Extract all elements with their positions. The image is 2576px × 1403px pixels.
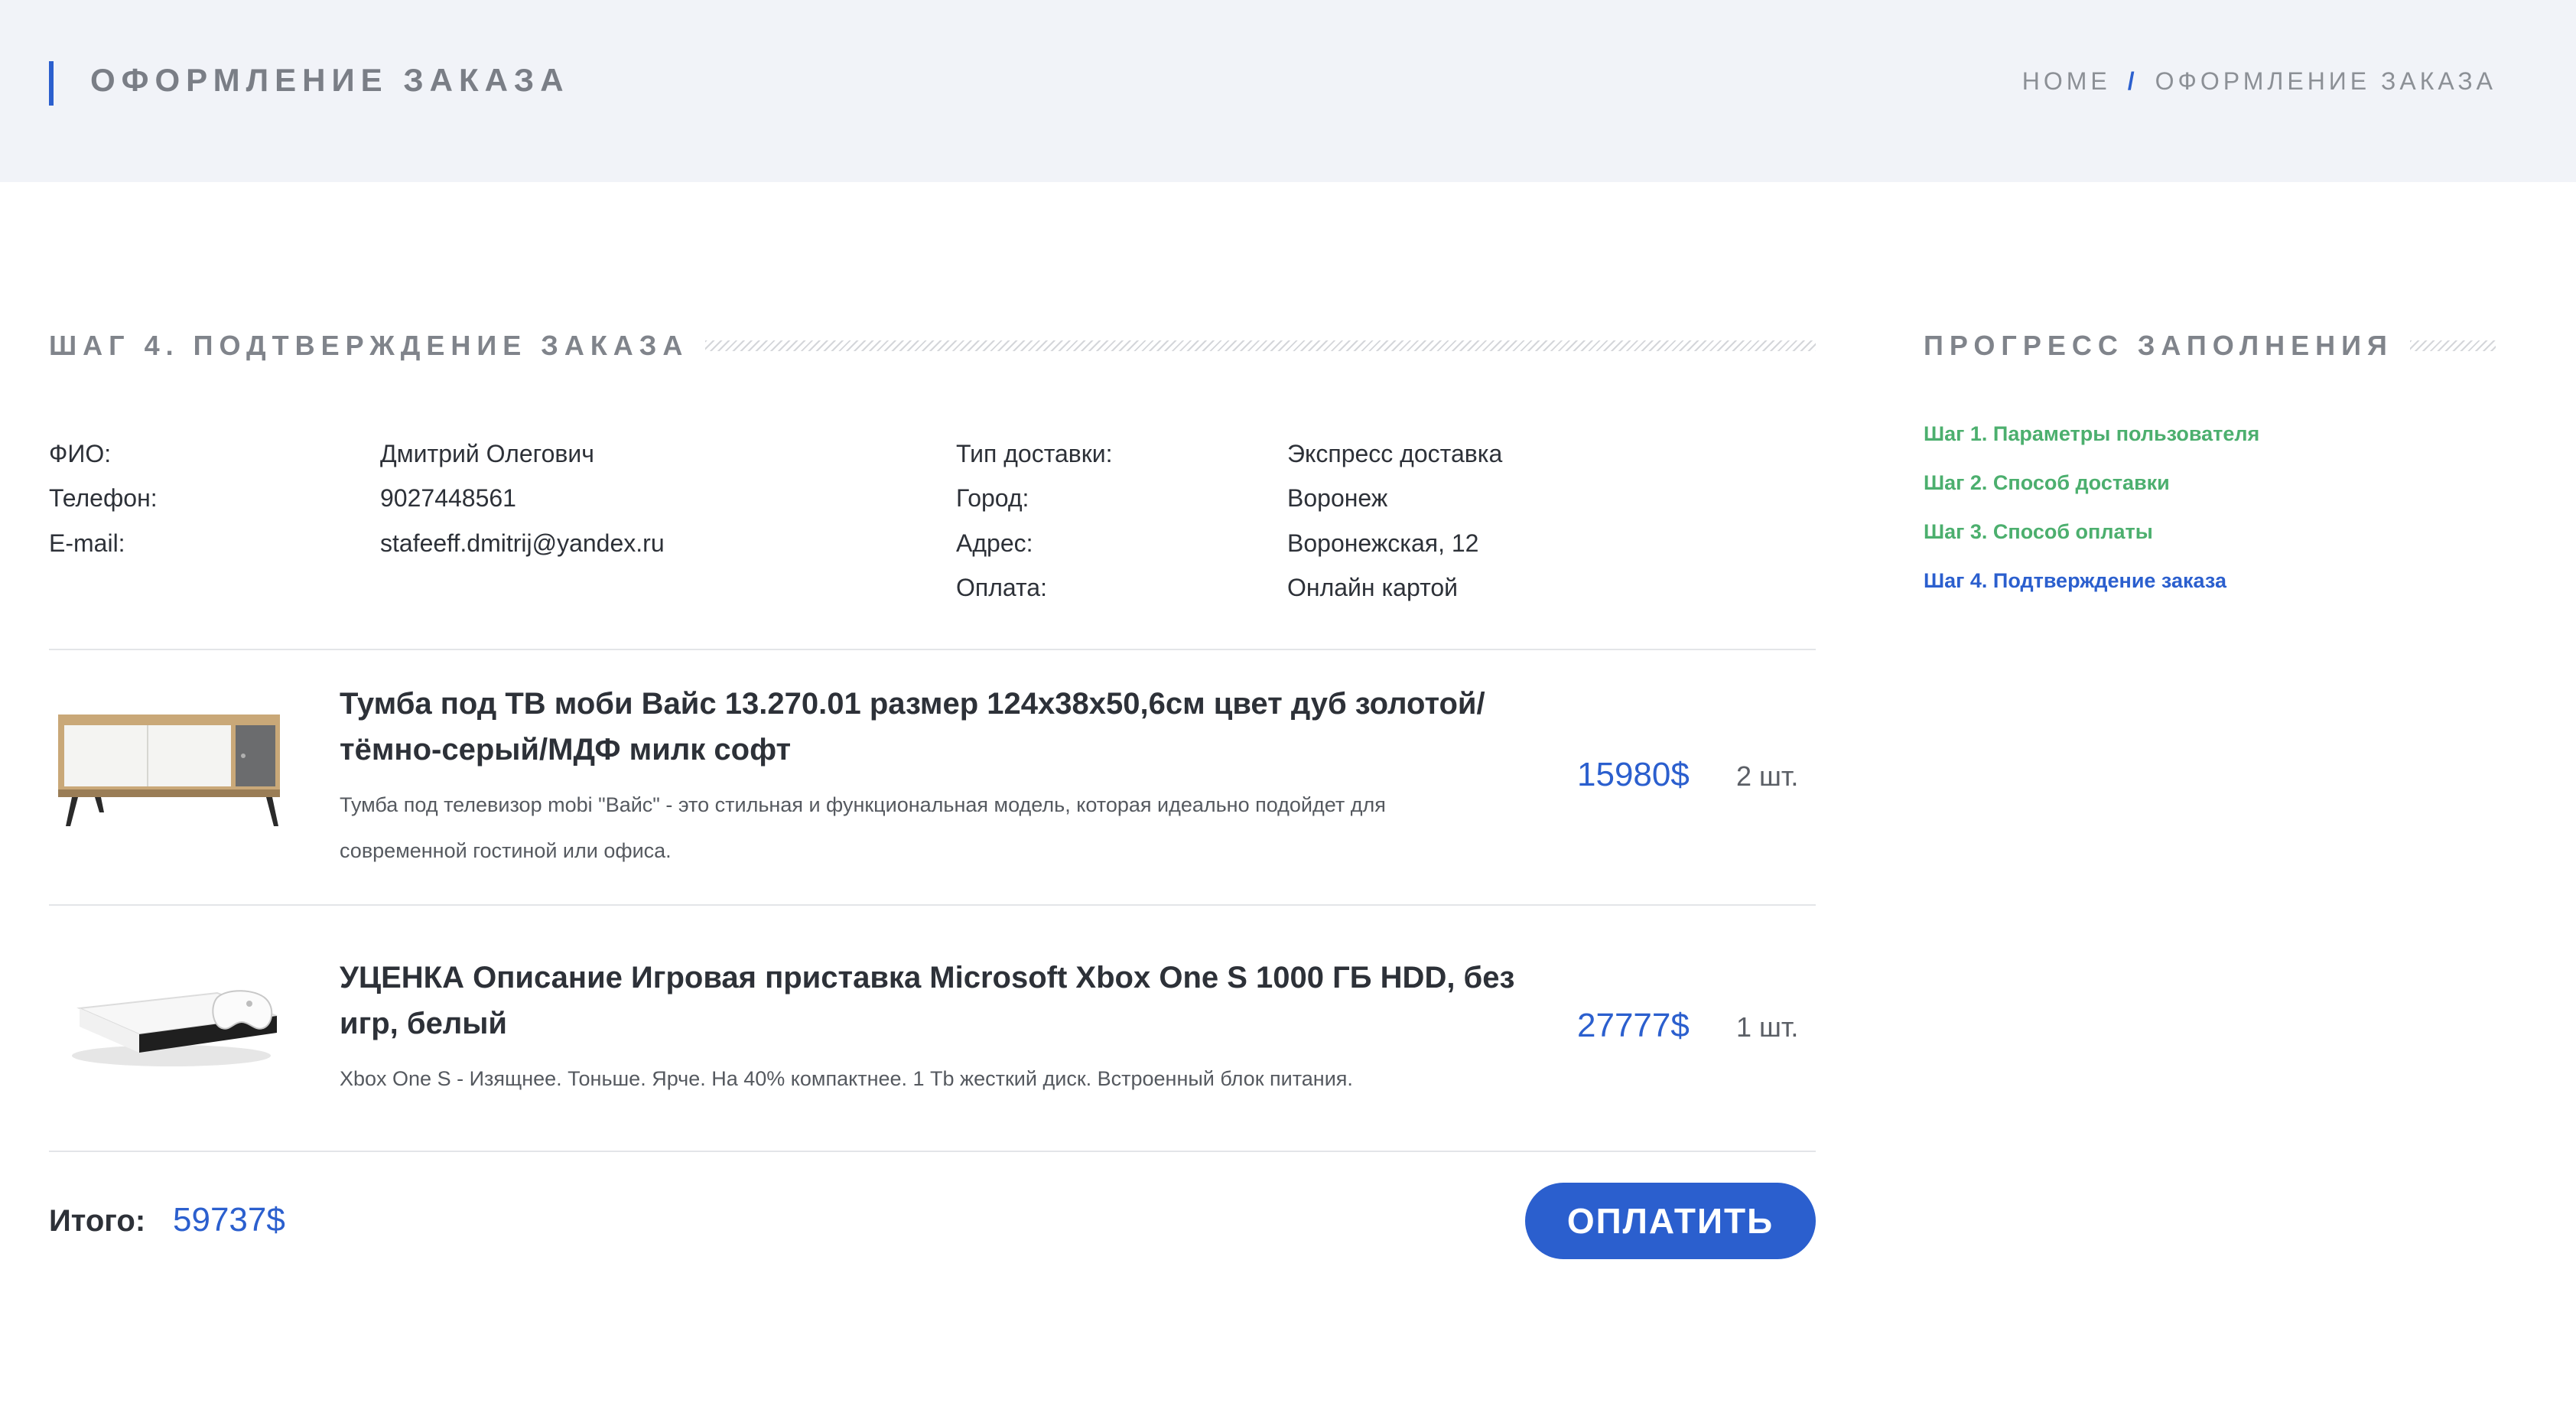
payment-value: Онлайн картой [1287, 574, 1459, 601]
progress-step-3[interactable]: Шаг 3. Способ оплаты [1924, 507, 2259, 556]
progress-steps: Шаг 1. Параметры пользователя Шаг 2. Спо… [1924, 409, 2259, 605]
product-title-line: игр, белый [340, 1007, 508, 1040]
address-value: Воронежская, 12 [1287, 529, 1479, 557]
product-quantity: 1 шт. [1736, 1011, 1799, 1043]
breadcrumb-current: ОФОРМЛЕНИЕ ЗАКАЗА [2155, 67, 2496, 95]
page-title: ОФОРМЛЕНИЕ ЗАКАЗА [90, 62, 570, 98]
delivery-type-value: Экспресс доставка [1287, 440, 1503, 467]
product-title[interactable]: Тумба под ТВ моби Вайс 13.270.01 размер … [340, 681, 1533, 773]
breadcrumb: HOME / ОФОРМЛЕНИЕ ЗАКАЗА [2022, 66, 2496, 96]
delivery-type-label: Тип доставки: [956, 440, 1113, 467]
city-value: Воронеж [1287, 484, 1388, 512]
product-desc-line: Тумба под телевизор mobi "Вайс" - это ст… [340, 793, 1386, 816]
product-price: 15980$ [1577, 756, 1690, 793]
product-title[interactable]: УЦЕНКА Описание Игровая приставка Micros… [340, 955, 1533, 1047]
product-price: 27777$ [1577, 1007, 1690, 1044]
product-desc-line: современной гостиной или офиса. [340, 839, 672, 862]
step-title: ШАГ 4. ПОДТВЕРЖДЕНИЕ ЗАКАЗА [49, 330, 689, 361]
payment-label: Оплата: [956, 574, 1047, 601]
product-quantity: 2 шт. [1736, 760, 1799, 792]
breadcrumb-home-link[interactable]: HOME [2022, 67, 2111, 95]
phone-value: 9027448561 [380, 484, 516, 512]
breadcrumb-separator: / [2127, 67, 2139, 95]
name-label: ФИО: [49, 440, 112, 467]
product-title-line: УЦЕНКА Описание Игровая приставка Micros… [340, 961, 1515, 994]
phone-label: Телефон: [49, 484, 158, 512]
product-image-tv-stand [49, 698, 292, 840]
divider [49, 1151, 1816, 1152]
city-label: Город: [956, 484, 1029, 512]
progress-step-1[interactable]: Шаг 1. Параметры пользователя [1924, 409, 2259, 458]
hatch-divider [705, 340, 1816, 351]
product-title-line: тёмно-серый/МДФ милк софт [340, 733, 792, 767]
total-value: 59737$ [173, 1201, 285, 1239]
name-value: Дмитрий Олегович [380, 440, 594, 467]
product-image-xbox [49, 955, 292, 1077]
product-description: Тумба под телевизор mobi "Вайс" - это ст… [340, 782, 1533, 874]
title-accent-bar [49, 61, 54, 106]
address-label: Адрес: [956, 529, 1033, 557]
divider [49, 649, 1816, 650]
progress-title: ПРОГРЕСС ЗАПОЛНЕНИЯ [1924, 330, 2393, 361]
progress-step-2[interactable]: Шаг 2. Способ доставки [1924, 458, 2259, 507]
product-description: Xbox One S - Изящнее. Тоньше. Ярче. На 4… [340, 1056, 1533, 1102]
pay-button[interactable]: ОПЛАТИТЬ [1525, 1183, 1816, 1259]
progress-heading: ПРОГРЕСС ЗАПОЛНЕНИЯ [1924, 329, 2496, 363]
progress-step-4[interactable]: Шаг 4. Подтверждение заказа [1924, 556, 2259, 605]
email-value: stafeeff.dmitrij@yandex.ru [380, 529, 665, 557]
email-label: E-mail: [49, 529, 125, 557]
total-label: Итого: [49, 1204, 146, 1238]
product-title-line: Тумба под ТВ моби Вайс 13.270.01 размер … [340, 687, 1485, 721]
step-heading: ШАГ 4. ПОДТВЕРЖДЕНИЕ ЗАКАЗА [49, 329, 1816, 363]
page-header: ОФОРМЛЕНИЕ ЗАКАЗА HOME / ОФОРМЛЕНИЕ ЗАКАЗА [0, 0, 2576, 182]
hatch-divider [2409, 340, 2496, 351]
divider [49, 904, 1816, 906]
product-desc-line: Xbox One S - Изящнее. Тоньше. Ярче. На 4… [340, 1067, 1353, 1090]
